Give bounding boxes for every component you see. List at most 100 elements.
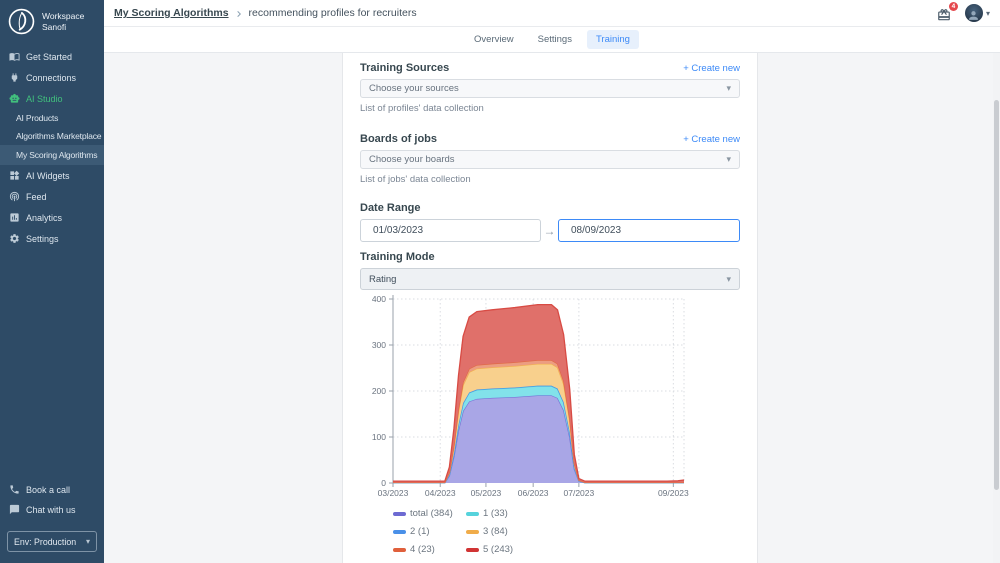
training-chart: 010020030040003/202304/202305/202306/202… bbox=[360, 293, 740, 555]
sidebar-item-ai-products[interactable]: AI Products bbox=[0, 109, 104, 127]
legend-item-4[interactable]: 4 (23) bbox=[393, 544, 466, 555]
sidebar-item-ai-widgets[interactable]: AI Widgets bbox=[0, 165, 104, 186]
sidebar-item-label: Analytics bbox=[26, 213, 62, 223]
training-mode-value: Rating bbox=[369, 274, 396, 285]
training-sources-title: Training Sources bbox=[360, 62, 449, 74]
svg-text:09/2023: 09/2023 bbox=[658, 488, 689, 498]
training-panel: Training Sources + Create new Choose you… bbox=[342, 53, 758, 563]
legend-label: 5 (243) bbox=[483, 544, 513, 555]
robot-icon bbox=[9, 93, 20, 104]
boards-select[interactable]: Choose your boards ▾ bbox=[360, 150, 740, 169]
chat-bubble-icon bbox=[9, 504, 20, 515]
sources-select[interactable]: Choose your sources ▾ bbox=[360, 79, 740, 98]
tab-settings[interactable]: Settings bbox=[529, 30, 581, 49]
legend-swatch bbox=[393, 530, 406, 534]
training-mode-title: Training Mode bbox=[360, 251, 435, 263]
start-date-input[interactable] bbox=[360, 219, 541, 242]
training-chart-svg: 010020030040003/202304/202305/202306/202… bbox=[360, 293, 690, 499]
svg-text:200: 200 bbox=[372, 386, 386, 396]
legend-swatch bbox=[466, 530, 479, 534]
legend-label: 3 (84) bbox=[483, 526, 508, 537]
legend-label: 1 (33) bbox=[483, 508, 508, 519]
chevron-down-icon: ▾ bbox=[726, 83, 731, 94]
create-new-source-link[interactable]: + Create new bbox=[683, 63, 740, 74]
rewards-button[interactable]: 4 bbox=[937, 5, 954, 22]
legend-label: 4 (23) bbox=[410, 544, 435, 555]
book-icon bbox=[9, 51, 20, 62]
sidebar-item-label: Settings bbox=[26, 234, 59, 244]
widgets-icon bbox=[9, 170, 20, 181]
legend-item-2[interactable]: 2 (1) bbox=[393, 526, 466, 537]
boards-select-placeholder: Choose your boards bbox=[369, 154, 455, 165]
chevron-down-icon: ▾ bbox=[986, 9, 990, 18]
svg-text:06/2023: 06/2023 bbox=[518, 488, 549, 498]
create-new-board-link[interactable]: + Create new bbox=[683, 134, 740, 145]
boards-hint: List of jobs' data collection bbox=[360, 174, 740, 185]
sidebar-item-settings[interactable]: Settings bbox=[0, 228, 104, 249]
legend-swatch bbox=[393, 548, 406, 552]
sidebar-item-my-scoring-algorithms[interactable]: My Scoring Algorithms bbox=[0, 145, 104, 165]
training-mode-select[interactable]: Rating ▾ bbox=[360, 268, 740, 290]
legend-item-total[interactable]: total (384) bbox=[393, 508, 466, 519]
user-menu[interactable]: ▾ bbox=[965, 4, 990, 22]
scrollbar-thumb[interactable] bbox=[994, 100, 999, 490]
sidebar-item-label: Connections bbox=[26, 73, 76, 83]
sidebar-item-label: Get Started bbox=[26, 52, 72, 62]
sanofi-logo-icon bbox=[7, 7, 36, 36]
sidebar-item-label: Feed bbox=[26, 192, 47, 202]
breadcrumb-current: recommending profiles for recruiters bbox=[249, 7, 417, 19]
boards-of-jobs-title: Boards of jobs bbox=[360, 133, 437, 145]
avatar bbox=[965, 4, 983, 22]
sidebar: Workspace Sanofi Get Started Connections… bbox=[0, 0, 104, 563]
chevron-right-icon bbox=[233, 7, 245, 19]
end-date-input[interactable] bbox=[558, 219, 740, 242]
top-bar: My Scoring Algorithms recommending profi… bbox=[104, 0, 1000, 27]
person-icon bbox=[967, 9, 980, 22]
sidebar-item-connections[interactable]: Connections bbox=[0, 67, 104, 88]
legend-item-5[interactable]: 5 (243) bbox=[466, 544, 623, 555]
sidebar-item-get-started[interactable]: Get Started bbox=[0, 46, 104, 67]
environment-select[interactable]: Env: Production ▾ bbox=[7, 531, 97, 552]
svg-text:03/2023: 03/2023 bbox=[378, 488, 409, 498]
chat-with-us-button[interactable]: Chat with us bbox=[0, 499, 104, 520]
phone-icon bbox=[9, 484, 20, 495]
svg-text:0: 0 bbox=[381, 478, 386, 488]
scrollbar-track bbox=[993, 0, 1000, 563]
sidebar-menu: Get Started Connections AI Studio AI Pro… bbox=[0, 46, 104, 249]
tab-overview[interactable]: Overview bbox=[465, 30, 523, 49]
book-a-call-label: Book a call bbox=[26, 485, 70, 495]
environment-select-value: Env: Production bbox=[14, 537, 76, 547]
gear-icon bbox=[9, 233, 20, 244]
sidebar-item-ai-studio[interactable]: AI Studio bbox=[0, 88, 104, 109]
date-range-title: Date Range bbox=[360, 202, 421, 214]
workspace-switcher[interactable]: Workspace Sanofi bbox=[0, 0, 104, 42]
plug-icon bbox=[9, 72, 20, 83]
sources-hint: List of profiles' data collection bbox=[360, 103, 740, 114]
svg-text:300: 300 bbox=[372, 340, 386, 350]
svg-text:100: 100 bbox=[372, 432, 386, 442]
legend-item-1[interactable]: 1 (33) bbox=[466, 508, 623, 519]
chevron-down-icon: ▾ bbox=[726, 154, 731, 165]
sidebar-item-feed[interactable]: Feed bbox=[0, 186, 104, 207]
gift-icon bbox=[937, 8, 951, 22]
svg-text:400: 400 bbox=[372, 294, 386, 304]
book-a-call-button[interactable]: Book a call bbox=[0, 479, 104, 500]
bar-chart-icon bbox=[9, 212, 20, 223]
legend-item-3[interactable]: 3 (84) bbox=[466, 526, 623, 537]
workspace-label: Workspace bbox=[42, 11, 84, 22]
breadcrumb-parent-link[interactable]: My Scoring Algorithms bbox=[114, 7, 229, 19]
podcast-icon bbox=[9, 191, 20, 202]
sidebar-item-analytics[interactable]: Analytics bbox=[0, 207, 104, 228]
legend-swatch bbox=[466, 512, 479, 516]
svg-text:04/2023: 04/2023 bbox=[425, 488, 456, 498]
sidebar-item-algorithms-marketplace[interactable]: Algorithms Marketplace bbox=[0, 127, 104, 145]
chevron-down-icon: ▾ bbox=[86, 537, 90, 546]
svg-text:07/2023: 07/2023 bbox=[564, 488, 595, 498]
legend-label: total (384) bbox=[410, 508, 453, 519]
chevron-down-icon: ▾ bbox=[726, 274, 731, 285]
sidebar-item-label: AI Studio bbox=[26, 94, 63, 104]
arrow-right-icon: → bbox=[541, 224, 558, 238]
tab-training[interactable]: Training bbox=[587, 30, 639, 49]
legend-swatch bbox=[466, 548, 479, 552]
workspace-name: Sanofi bbox=[42, 22, 84, 33]
